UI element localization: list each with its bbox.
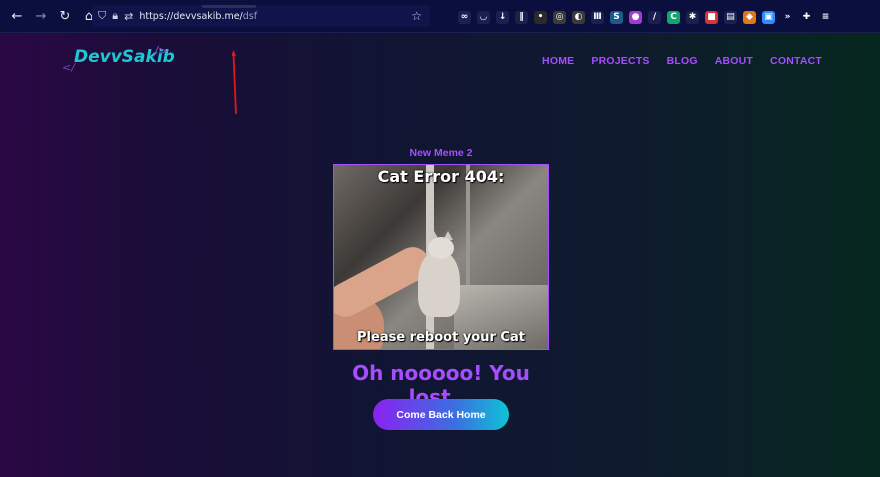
annotation-arrow xyxy=(232,50,237,115)
shield-icon[interactable]: ⛉ xyxy=(98,9,106,23)
meme-cat-body xyxy=(418,251,460,317)
nav-about[interactable]: ABOUT xyxy=(715,55,753,67)
nav-contact[interactable]: CONTACT xyxy=(770,55,822,67)
extensions-toolbar: ∞ ◡ ↓ ‖ • ◎ ◐ Ⅲ S ● / C ✱ ■ ▤ ◆ ▣ » ✚ ≡ xyxy=(458,7,832,27)
extension-s-icon[interactable]: S xyxy=(610,10,623,24)
extension-fox-icon[interactable]: ◆ xyxy=(743,10,756,24)
arrow-right-icon[interactable]: → xyxy=(30,5,52,27)
nav-home[interactable]: HOME xyxy=(542,55,574,67)
lock-icon[interactable]: 🔒︎ xyxy=(112,9,118,23)
extension-pen-icon[interactable]: / xyxy=(648,10,661,24)
infinity-icon[interactable]: ∞ xyxy=(458,10,471,24)
come-back-home-button[interactable]: Come Back Home xyxy=(373,399,509,430)
meme-bottom-text: Please reboot your Cat xyxy=(357,330,525,345)
star-icon[interactable]: ☆ xyxy=(411,9,422,23)
extension-b-icon[interactable]: ◎ xyxy=(553,10,566,24)
meme-cat-head xyxy=(428,237,454,259)
library-icon[interactable]: ‖ xyxy=(515,10,528,24)
url-path: dsf xyxy=(242,10,258,22)
main-nav: HOME PROJECTS BLOG ABOUT CONTACT xyxy=(542,55,822,67)
browser-toolbar: ← → ↻ ⌂ ⛉ 🔒︎ ⇄ https://devvsakib.me/dsf … xyxy=(0,0,880,33)
extension-purple-icon[interactable]: ● xyxy=(629,10,642,24)
download-icon[interactable]: ↓ xyxy=(496,10,509,24)
pocket-icon[interactable]: ◡ xyxy=(477,10,490,24)
logo-prefix: </ xyxy=(62,61,75,74)
meme-image: Cat Error 404: Please reboot your Cat xyxy=(333,164,549,350)
url-text[interactable]: https://devvsakib.me/dsf xyxy=(139,11,257,22)
extension-zoom-icon[interactable]: ▣ xyxy=(762,10,775,24)
extension-print-icon[interactable]: ▤ xyxy=(724,10,737,24)
address-bar[interactable]: ⛉ 🔒︎ ⇄ https://devvsakib.me/dsf ☆ xyxy=(92,5,430,27)
extensions-icon[interactable]: ✚ xyxy=(800,10,813,24)
page-content: </ DevvSakib /> HOME PROJECTS BLOG ABOUT… xyxy=(0,33,880,477)
url-host: https://devvsakib.me/ xyxy=(139,10,243,22)
extension-c2-icon[interactable]: C xyxy=(667,10,680,24)
nav-blog[interactable]: BLOG xyxy=(667,55,698,67)
logo-suffix: /> xyxy=(154,44,169,58)
permissions-icon[interactable]: ⇄ xyxy=(124,10,133,23)
meme-caption: New Meme 2 xyxy=(409,147,473,159)
extension-a-icon[interactable]: • xyxy=(534,10,547,24)
extension-gear-icon[interactable]: ✱ xyxy=(686,10,699,24)
extension-c-icon[interactable]: ◐ xyxy=(572,10,585,24)
menu-icon[interactable]: ≡ xyxy=(819,10,832,24)
reload-icon[interactable]: ↻ xyxy=(54,5,76,27)
url-tooltip-tab xyxy=(202,5,256,8)
overflow-icon[interactable]: » xyxy=(781,10,794,24)
arrow-left-icon[interactable]: ← xyxy=(6,5,28,27)
nav-projects[interactable]: PROJECTS xyxy=(591,55,649,67)
extension-red-icon[interactable]: ■ xyxy=(705,10,718,24)
extension-d-icon[interactable]: Ⅲ xyxy=(591,10,604,24)
meme-top-text: Cat Error 404: xyxy=(377,167,505,186)
